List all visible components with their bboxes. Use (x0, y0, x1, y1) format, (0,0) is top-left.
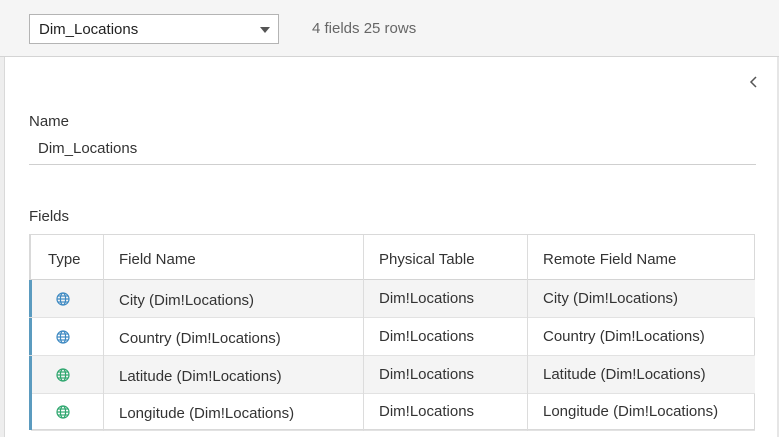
table-select-value: Dim_Locations (39, 21, 139, 38)
field-name-cell: City (Dim!Locations) (119, 292, 255, 309)
table-row[interactable]: Latitude (Dim!Locations) Dim!Locations Lat… (29, 356, 755, 394)
globe-icon (56, 368, 70, 382)
table-row[interactable]: Longitude (Dim!Locations) Dim!Locations Lo… (29, 393, 755, 431)
column-header-field-name[interactable]: Field Name (119, 251, 196, 268)
field-name-cell: Longitude (Dim!Locations) (119, 405, 295, 422)
physical-table-cell: Dim!Locations (379, 366, 475, 383)
name-label: Name (29, 113, 70, 130)
row-selection-marker (29, 318, 32, 355)
fields-grid: Type Field Name Physical Table Remote Fi… (29, 234, 755, 431)
remote-field-name-cell: City (Dim!Locations) (543, 290, 679, 307)
chevron-left-icon[interactable] (748, 73, 762, 91)
column-header-physical-table[interactable]: Physical Table (379, 251, 475, 268)
left-panel-edge (0, 57, 5, 437)
table-row[interactable]: City (Dim!Locations) Dim!Locations City (D… (29, 280, 755, 318)
column-header-remote-field-name[interactable]: Remote Field Name (543, 251, 676, 268)
physical-table-cell: Dim!Locations (379, 328, 475, 345)
column-divider (103, 235, 104, 431)
remote-field-name-cell: Latitude (Dim!Locations) (543, 366, 706, 383)
row-selection-marker (29, 393, 32, 430)
toolbar: Dim_Locations 4 fields 25 rows (0, 0, 779, 57)
column-header-type[interactable]: Type (48, 251, 81, 268)
name-field[interactable]: Dim_Locations (29, 139, 756, 165)
remote-field-name-cell: Longitude (Dim!Locations) (543, 403, 719, 420)
globe-icon (56, 405, 70, 419)
row-selection-marker (29, 280, 32, 317)
physical-table-cell: Dim!Locations (379, 403, 475, 420)
globe-icon (56, 292, 70, 306)
table-summary: 4 fields 25 rows (312, 20, 417, 37)
grid-header: Type Field Name Physical Table Remote Fi… (31, 235, 754, 280)
table-select[interactable]: Dim_Locations (29, 14, 279, 44)
globe-icon (56, 330, 70, 344)
remote-field-name-cell: Country (Dim!Locations) (543, 328, 705, 345)
column-divider (363, 235, 364, 431)
physical-table-cell: Dim!Locations (379, 290, 475, 307)
row-selection-marker (29, 356, 32, 393)
field-name-cell: Country (Dim!Locations) (119, 330, 281, 347)
field-name-cell: Latitude (Dim!Locations) (119, 368, 282, 385)
fields-label: Fields (29, 208, 70, 225)
table-row[interactable]: Country (Dim!Locations) Dim!Locations Coun… (29, 318, 755, 356)
caret-down-icon (260, 27, 270, 33)
column-divider (527, 235, 528, 431)
